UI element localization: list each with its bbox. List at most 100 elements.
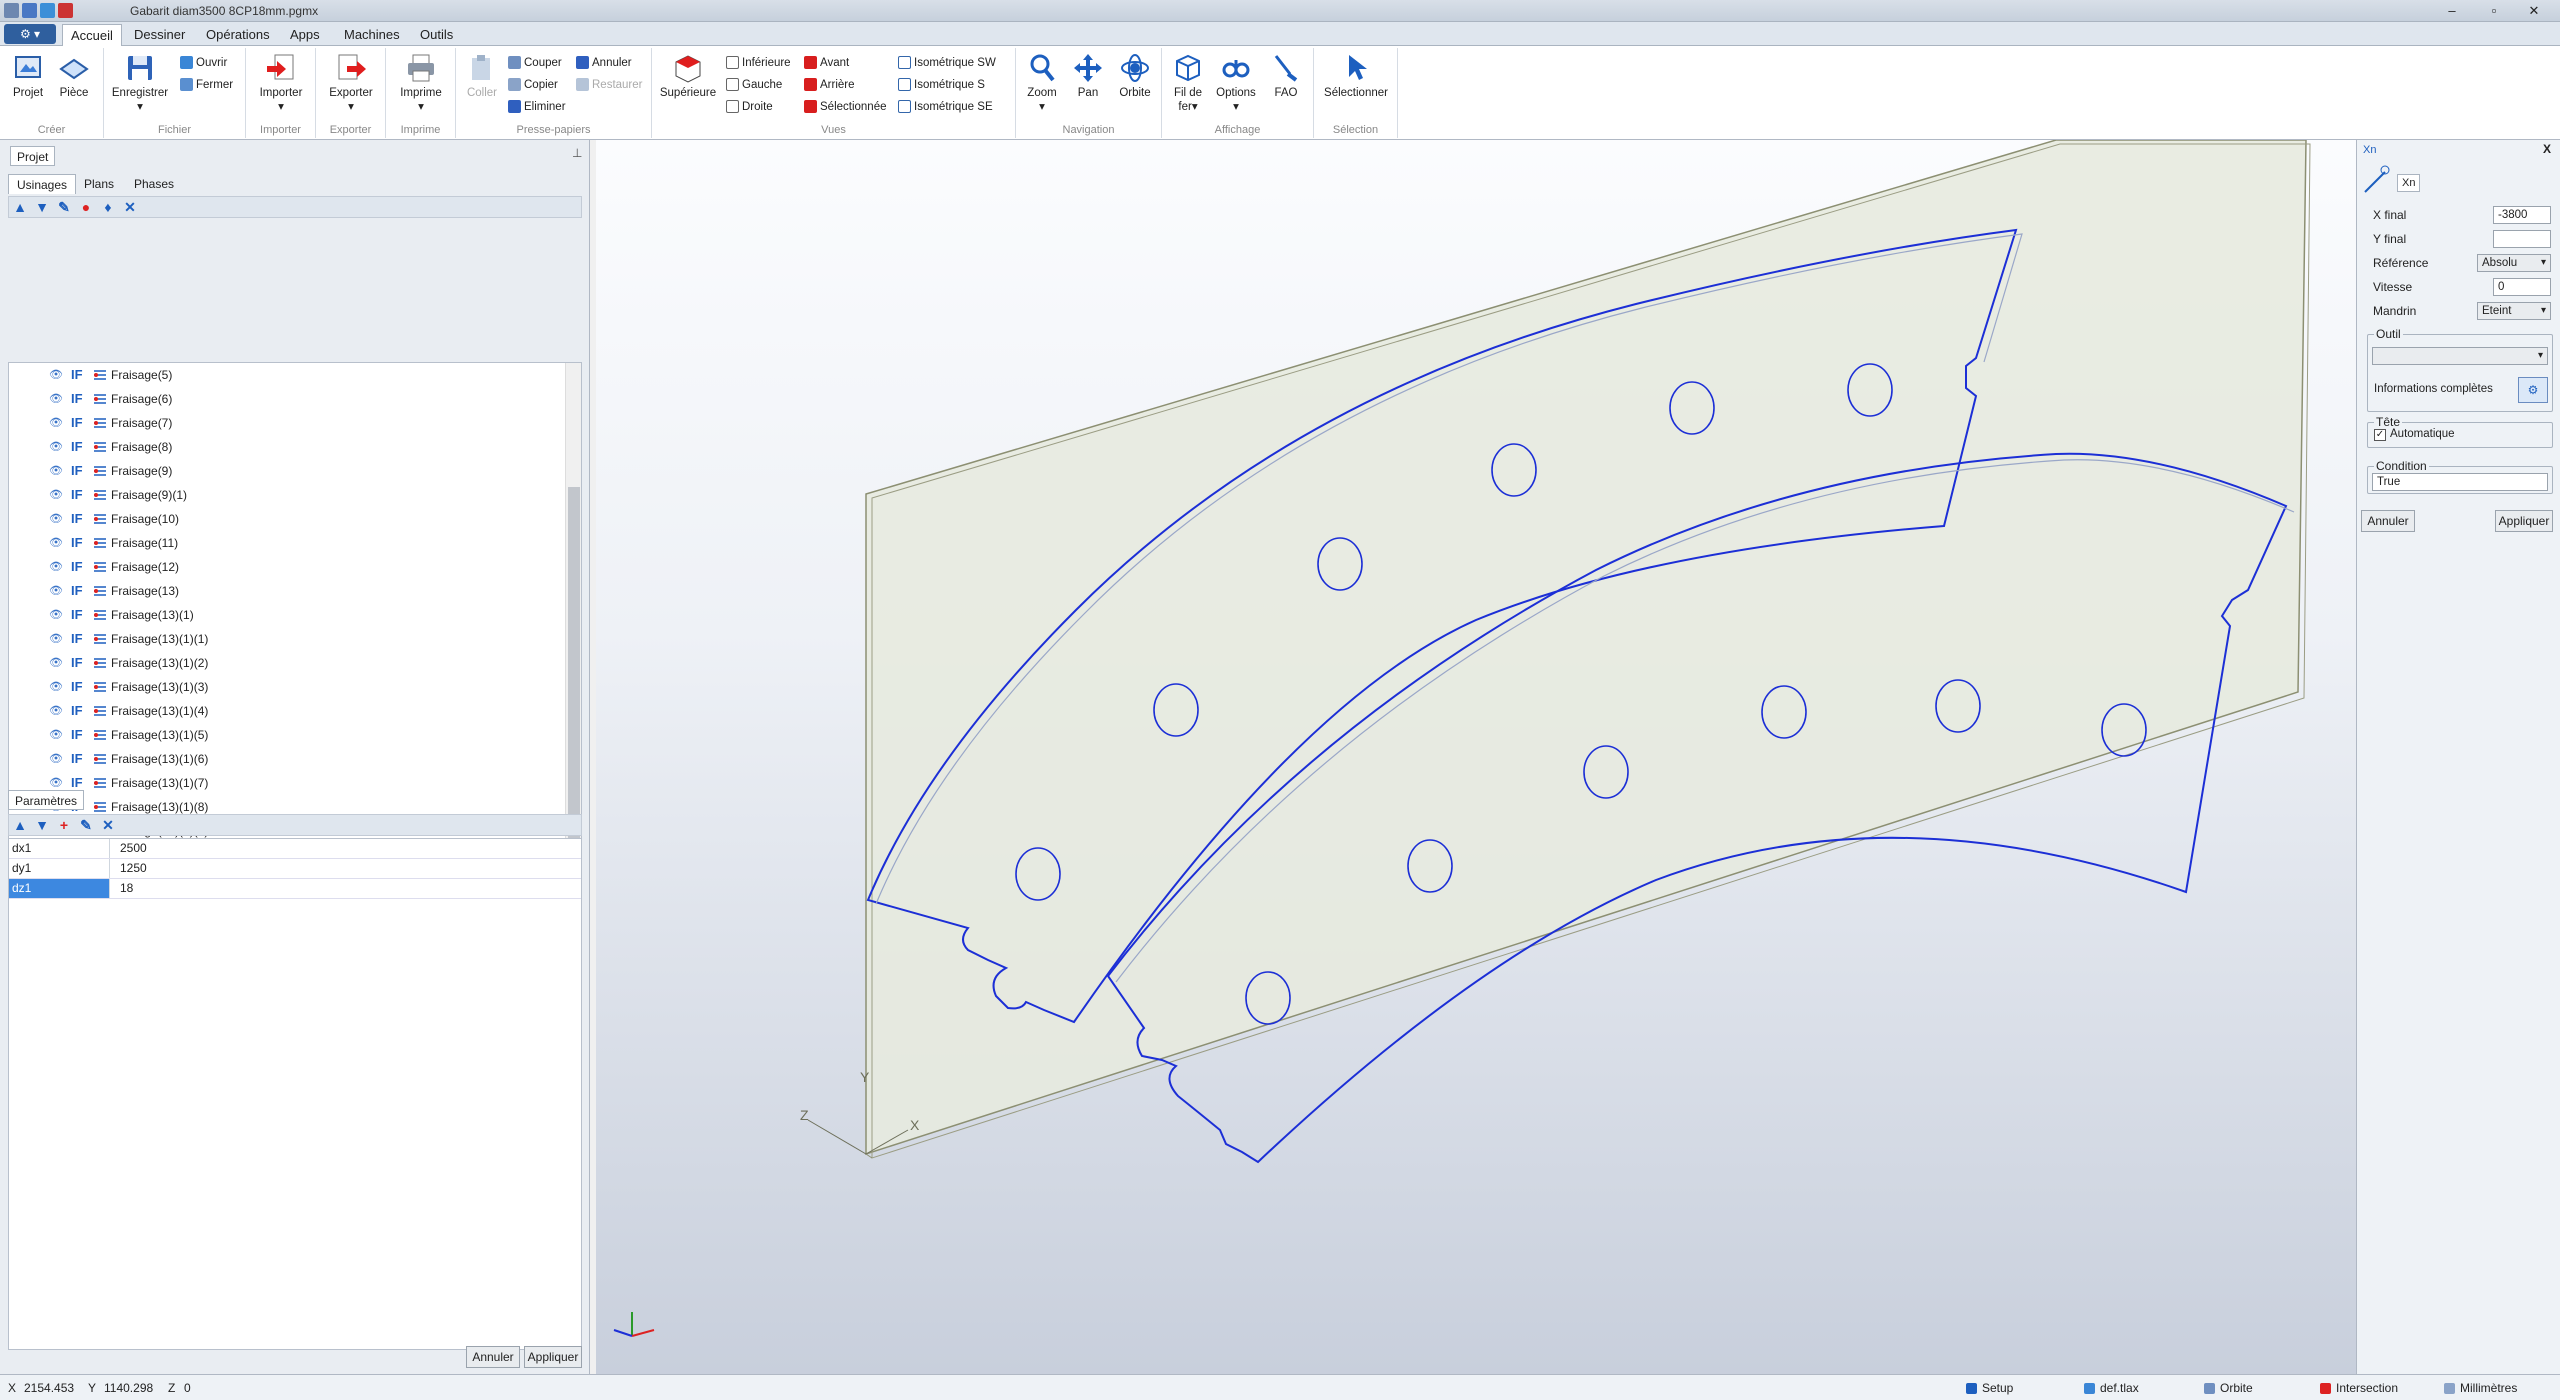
coller-button[interactable]: Coller [460, 52, 504, 99]
copier-button[interactable]: Copier [508, 76, 558, 94]
edit-icon[interactable]: ✎ [76, 815, 96, 835]
restore-button[interactable]: ▫ [2480, 2, 2508, 20]
add-parameter-icon[interactable]: + [54, 815, 74, 835]
3d-viewport[interactable]: Z X Y [596, 139, 2356, 1374]
tree-item[interactable]: 👁 IF Fraisage(7) [9, 411, 563, 435]
app-icon[interactable] [4, 3, 19, 18]
parameter-row[interactable]: dz1 18 [9, 879, 581, 899]
setup-status[interactable]: Setup [1966, 1381, 2013, 1395]
inferieure-button[interactable]: Inférieure [726, 54, 791, 72]
x-final-input[interactable]: -3800 [2493, 206, 2551, 224]
parameter-value[interactable]: 1250 [109, 859, 581, 878]
tab-accueil[interactable]: Accueil [62, 24, 122, 46]
folder-quick-icon[interactable] [40, 3, 55, 18]
pin-icon[interactable]: ⊥ [572, 146, 582, 160]
arriere-button[interactable]: Arrière [804, 76, 855, 94]
orbite-status[interactable]: Orbite [2204, 1381, 2253, 1395]
annuler-button[interactable]: Annuler [576, 54, 632, 72]
fil-de-fer-button[interactable]: Fil de fer▾ [1166, 52, 1210, 113]
visibility-eye-icon[interactable]: 👁 [49, 531, 63, 555]
iso-s-button[interactable]: Isométrique S [898, 76, 985, 94]
tool-icon[interactable]: ♦ [98, 197, 118, 217]
units-status[interactable]: Millimètres [2444, 1381, 2517, 1395]
move-down-icon[interactable]: ▼ [32, 815, 52, 835]
add-operation-icon[interactable]: ● [76, 197, 96, 217]
outil-select[interactable] [2372, 347, 2548, 365]
visibility-eye-icon[interactable]: 👁 [49, 603, 63, 627]
zoom-button[interactable]: Zoom ▾ [1020, 52, 1064, 113]
app-menu-button[interactable]: ⚙ ▾ [4, 24, 56, 44]
tree-item[interactable]: 👁 IF Fraisage(13)(1)(2) [9, 651, 563, 675]
tab-projet[interactable]: Projet [10, 146, 56, 166]
tree-item[interactable]: 👁 IF Fraisage(9) [9, 459, 563, 483]
visibility-eye-icon[interactable]: 👁 [49, 555, 63, 579]
avant-button[interactable]: Avant [804, 54, 849, 72]
iso-sw-button[interactable]: Isométrique SW [898, 54, 996, 72]
condition-input[interactable]: True [2372, 473, 2548, 491]
ouvrir-button[interactable]: Ouvrir [180, 54, 227, 72]
mandrin-select[interactable]: Eteint [2477, 302, 2551, 320]
visibility-eye-icon[interactable]: 👁 [49, 675, 63, 699]
tree-item[interactable]: 👁 IF Fraisage(13)(1)(5) [9, 723, 563, 747]
gauche-button[interactable]: Gauche [726, 76, 782, 94]
automatique-checkbox[interactable]: ✓ [2374, 429, 2386, 441]
tree-item[interactable]: 👁 IF Fraisage(5) [9, 363, 563, 387]
tab-outils[interactable]: Outils [412, 24, 461, 46]
tree-item[interactable]: 👁 IF Fraisage(12) [9, 555, 563, 579]
enregistrer-button[interactable]: Enregistrer ▾ [110, 52, 170, 113]
selectionnee-button[interactable]: Sélectionnée [804, 98, 887, 116]
visibility-eye-icon[interactable]: 👁 [49, 363, 63, 387]
info-button[interactable]: ⚙ [2518, 377, 2548, 403]
save-quick-icon[interactable] [22, 3, 37, 18]
move-up-icon[interactable]: ▲ [10, 815, 30, 835]
options-button[interactable]: Options ▾ [1212, 52, 1260, 113]
tab-dessiner[interactable]: Dessiner [126, 24, 193, 46]
move-down-icon[interactable]: ▼ [32, 197, 52, 217]
close-button[interactable]: ✕ [2520, 2, 2548, 20]
pdf-quick-icon[interactable] [58, 3, 73, 18]
tab-operations[interactable]: Opérations [198, 24, 278, 46]
fermer-button[interactable]: Fermer [180, 76, 233, 94]
exporter-button[interactable]: Exporter ▾ [322, 52, 380, 113]
restaurer-button[interactable]: Restaurer [576, 76, 643, 94]
visibility-eye-icon[interactable]: 👁 [49, 483, 63, 507]
tree-item[interactable]: 👁 IF Fraisage(9)(1) [9, 483, 563, 507]
superieure-button[interactable]: Supérieure [658, 52, 718, 99]
tab-apps[interactable]: Apps [282, 24, 328, 46]
parameter-value[interactable]: 18 [109, 879, 581, 898]
visibility-eye-icon[interactable]: 👁 [49, 507, 63, 531]
eliminer-button[interactable]: Eliminer [508, 98, 566, 116]
orbite-button[interactable]: Orbite [1112, 52, 1158, 99]
visibility-eye-icon[interactable]: 👁 [49, 651, 63, 675]
delete-icon[interactable]: ✕ [120, 197, 140, 217]
appliquer-params-button[interactable]: Appliquer [524, 1346, 582, 1368]
tree-item[interactable]: 👁 IF Fraisage(13)(1)(6) [9, 747, 563, 771]
tree-item[interactable]: 👁 IF Fraisage(13) [9, 579, 563, 603]
projet-button[interactable]: Projet [6, 52, 50, 99]
def-status[interactable]: def.tlax [2084, 1381, 2139, 1395]
pan-button[interactable]: Pan [1066, 52, 1110, 99]
annuler-params-button[interactable]: Annuler [466, 1346, 520, 1368]
couper-button[interactable]: Couper [508, 54, 562, 72]
fao-button[interactable]: FAO [1264, 52, 1308, 99]
move-up-icon[interactable]: ▲ [10, 197, 30, 217]
piece-button[interactable]: Pièce [52, 52, 96, 99]
tree-item[interactable]: 👁 IF Fraisage(8) [9, 435, 563, 459]
visibility-eye-icon[interactable]: 👁 [49, 435, 63, 459]
visibility-eye-icon[interactable]: 👁 [49, 387, 63, 411]
minimize-button[interactable]: – [2438, 2, 2466, 20]
parameter-row[interactable]: dx1 2500 [9, 839, 581, 859]
visibility-eye-icon[interactable]: 👁 [49, 723, 63, 747]
tree-item[interactable]: 👁 IF Fraisage(10) [9, 507, 563, 531]
tab-parametres[interactable]: Paramètres [8, 790, 85, 810]
importer-button[interactable]: Importer ▾ [252, 52, 310, 113]
selectionner-button[interactable]: Sélectionner [1318, 52, 1394, 99]
tree-item[interactable]: 👁 IF Fraisage(13)(1)(4) [9, 699, 563, 723]
iso-se-button[interactable]: Isométrique SE [898, 98, 993, 116]
intersection-status[interactable]: Intersection [2320, 1381, 2398, 1395]
imprime-button[interactable]: Imprime ▾ [392, 52, 450, 113]
appliquer-props-button[interactable]: Appliquer [2495, 510, 2553, 532]
reference-select[interactable]: Absolu [2477, 254, 2551, 272]
annuler-props-button[interactable]: Annuler [2361, 510, 2415, 532]
visibility-eye-icon[interactable]: 👁 [49, 459, 63, 483]
